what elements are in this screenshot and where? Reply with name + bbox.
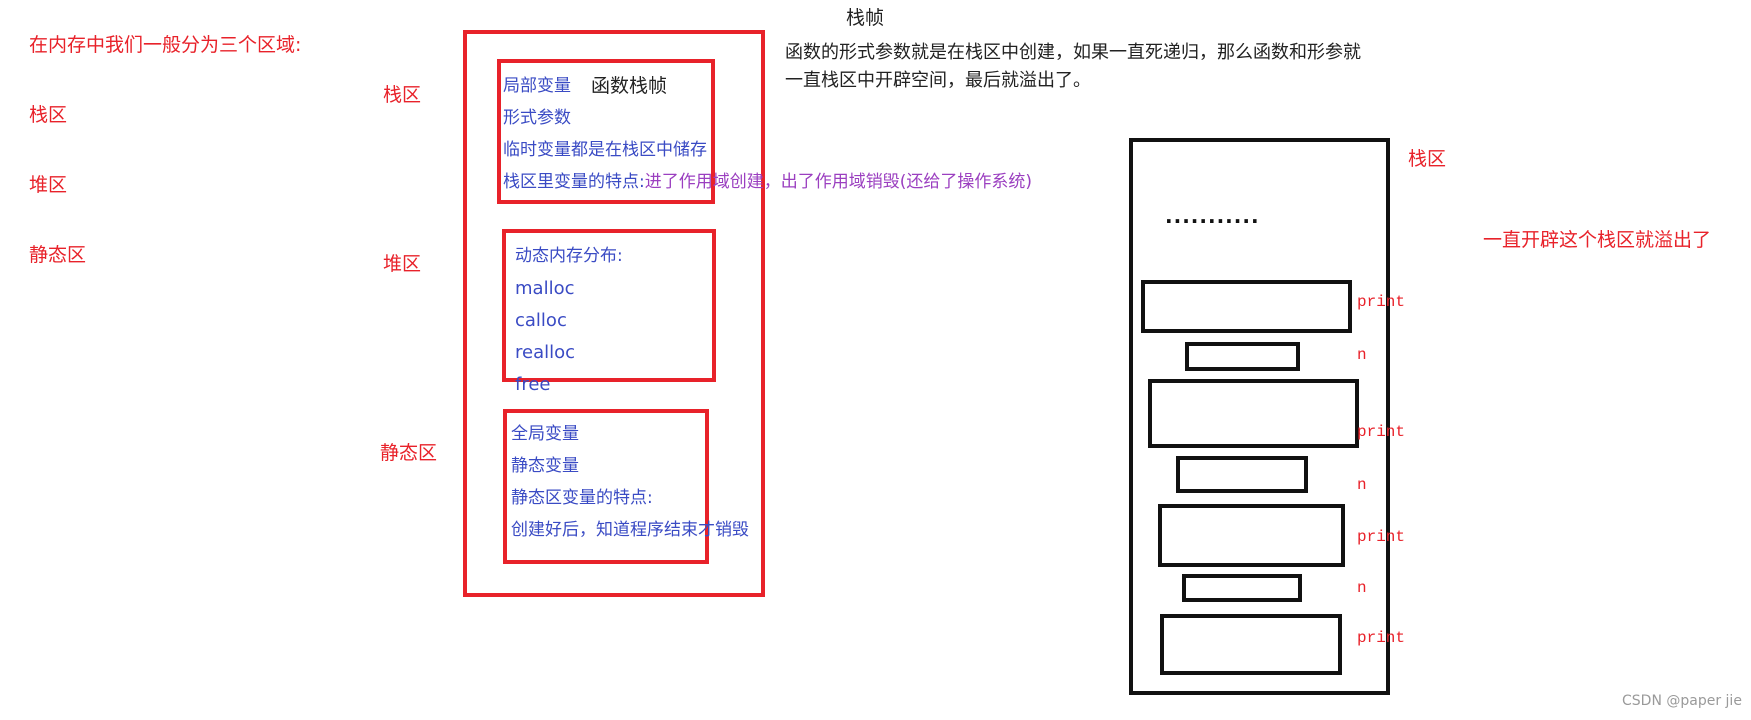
frame-label-print-1: print bbox=[1357, 293, 1406, 311]
static-item-static-vars: 静态变量 bbox=[511, 456, 579, 476]
recursion-note-line1: 函数的形式参数就是在栈区中创建，如果一直死递归，那么函数和形参就 bbox=[785, 42, 1361, 63]
frame-n-3 bbox=[1182, 574, 1302, 602]
frame-label-n-2: n bbox=[1357, 476, 1367, 494]
static-item-trait-title: 静态区变量的特点: bbox=[511, 488, 653, 508]
heap-item-title: 动态内存分布: bbox=[515, 246, 623, 266]
watermark: CSDN @paper jie bbox=[1622, 693, 1742, 709]
region-item-heap: 堆区 bbox=[29, 174, 68, 196]
heap-item-calloc: calloc bbox=[515, 310, 567, 331]
region-item-stack: 栈区 bbox=[29, 104, 68, 126]
static-item-global: 全局变量 bbox=[511, 424, 579, 444]
frame-n-2 bbox=[1176, 456, 1308, 493]
region-item-static: 静态区 bbox=[29, 244, 87, 266]
recursion-note-line2: 一直栈区中开辟空间，最后就溢出了。 bbox=[785, 70, 1091, 91]
stack-column-label: 栈区 bbox=[1408, 148, 1447, 170]
frame-label-n-3: n bbox=[1357, 579, 1367, 597]
static-region-label: 静态区 bbox=[380, 442, 438, 464]
frame-label-print-4: print bbox=[1357, 629, 1406, 647]
stack-trait-prefix: 栈区里变量的特点: bbox=[503, 172, 645, 192]
ellipsis-dots: ........... bbox=[1165, 204, 1260, 228]
stack-trait: 栈区里变量的特点:进了作用域创建，出了作用域销毁(还给了操作系统) bbox=[503, 174, 1032, 191]
heap-item-malloc: malloc bbox=[515, 278, 575, 299]
heap-region-label: 堆区 bbox=[383, 253, 422, 275]
frame-label-print-3: print bbox=[1357, 528, 1406, 546]
intro-text: 在内存中我们一般分为三个区域: bbox=[29, 34, 302, 56]
frame-print-2 bbox=[1148, 379, 1359, 448]
frame-print-1 bbox=[1141, 280, 1352, 333]
static-item-trait-detail: 创建好后，知道程序结束才销毁 bbox=[511, 520, 749, 540]
stack-frame-title: 栈帧 bbox=[846, 7, 885, 29]
heap-item-free: free bbox=[515, 374, 551, 395]
heap-item-realloc: realloc bbox=[515, 342, 576, 363]
stack-temp-vars: 临时变量都是在栈区中储存 bbox=[503, 140, 707, 160]
frame-n-1 bbox=[1185, 342, 1300, 371]
overflow-note: 一直开辟这个栈区就溢出了 bbox=[1483, 229, 1712, 251]
frame-label-print-2: print bbox=[1357, 423, 1406, 441]
stack-local-variables: 局部变量 bbox=[503, 76, 571, 96]
stack-trait-detail: 进了作用域创建，出了作用域销毁(还给了操作系统) bbox=[644, 172, 1032, 192]
function-frame-label: 函数栈帧 bbox=[591, 75, 668, 97]
stack-region-label: 栈区 bbox=[383, 84, 422, 106]
frame-label-n-1: n bbox=[1357, 346, 1367, 364]
frame-print-4 bbox=[1160, 614, 1342, 675]
frame-print-3 bbox=[1158, 504, 1345, 567]
stack-formal-params: 形式参数 bbox=[503, 108, 571, 128]
